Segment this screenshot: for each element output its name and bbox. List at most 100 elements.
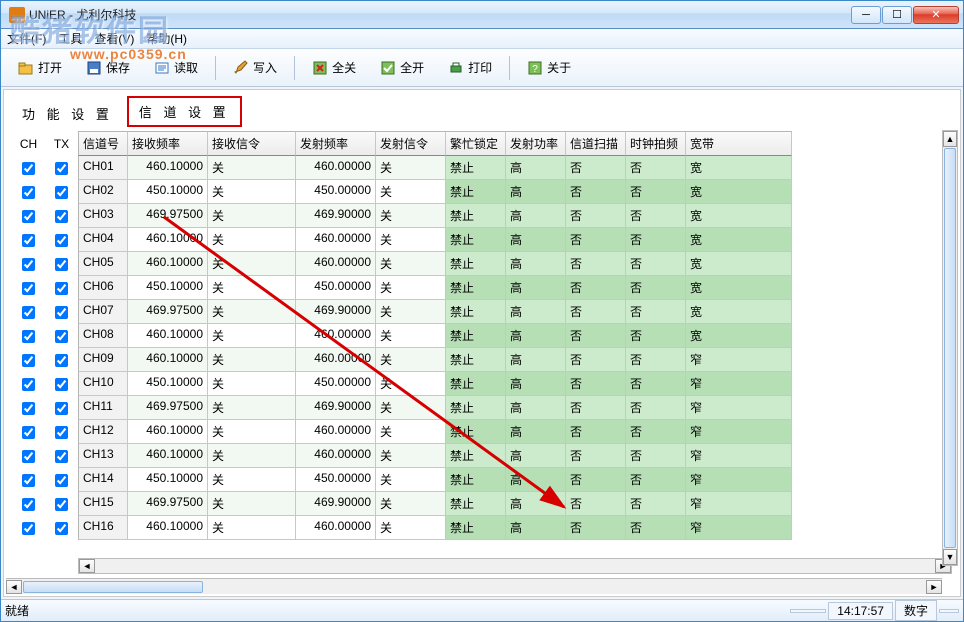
write-button[interactable]: 写入: [222, 54, 288, 81]
cell-rxsig[interactable]: 关: [208, 492, 296, 516]
cell-chno[interactable]: CH15: [78, 492, 128, 516]
cell-band[interactable]: 窄: [686, 348, 792, 372]
cell-power[interactable]: 高: [506, 276, 566, 300]
cell-band[interactable]: 宽: [686, 324, 792, 348]
scroll-thumb[interactable]: [944, 148, 956, 548]
cell-busy[interactable]: 禁止: [446, 420, 506, 444]
cell-rxsig[interactable]: 关: [208, 444, 296, 468]
cell-busy[interactable]: 禁止: [446, 300, 506, 324]
cell-busy[interactable]: 禁止: [446, 516, 506, 540]
cell-rxfreq[interactable]: 450.10000: [128, 180, 208, 204]
cell-scan[interactable]: 否: [566, 444, 626, 468]
cell-power[interactable]: 高: [506, 300, 566, 324]
cell-clock[interactable]: 否: [626, 156, 686, 180]
tx-checkbox[interactable]: [55, 354, 68, 367]
scroll-up-button[interactable]: ▲: [943, 131, 957, 147]
ch-checkbox[interactable]: [22, 234, 35, 247]
ch-checkbox[interactable]: [22, 330, 35, 343]
cell-rxsig[interactable]: 关: [208, 156, 296, 180]
col-header-chno[interactable]: 信道号: [78, 131, 128, 156]
cell-busy[interactable]: 禁止: [446, 348, 506, 372]
ch-checkbox[interactable]: [22, 210, 35, 223]
cell-band[interactable]: 宽: [686, 252, 792, 276]
ch-checkbox[interactable]: [22, 186, 35, 199]
cell-power[interactable]: 高: [506, 348, 566, 372]
menu-tools[interactable]: 工具: [58, 30, 82, 47]
cell-rxfreq[interactable]: 450.10000: [128, 468, 208, 492]
cell-rxfreq[interactable]: 450.10000: [128, 276, 208, 300]
cell-txsig[interactable]: 关: [376, 516, 446, 540]
tx-checkbox[interactable]: [55, 426, 68, 439]
cell-chno[interactable]: CH12: [78, 420, 128, 444]
ch-checkbox[interactable]: [22, 282, 35, 295]
ch-checkbox[interactable]: [22, 522, 35, 535]
tx-checkbox[interactable]: [55, 282, 68, 295]
tx-checkbox[interactable]: [55, 378, 68, 391]
cell-power[interactable]: 高: [506, 420, 566, 444]
outer-vscrollbar[interactable]: ▲ ▼: [942, 130, 958, 566]
cell-txfreq[interactable]: 460.00000: [296, 252, 376, 276]
cell-chno[interactable]: CH05: [78, 252, 128, 276]
cell-band[interactable]: 窄: [686, 372, 792, 396]
cell-rxfreq[interactable]: 460.10000: [128, 444, 208, 468]
cell-power[interactable]: 高: [506, 204, 566, 228]
cell-txfreq[interactable]: 460.00000: [296, 324, 376, 348]
read-button[interactable]: 读取: [143, 54, 209, 81]
cell-busy[interactable]: 禁止: [446, 324, 506, 348]
scroll-left-button[interactable]: ◄: [6, 580, 22, 594]
cell-power[interactable]: 高: [506, 324, 566, 348]
ch-checkbox[interactable]: [22, 402, 35, 415]
cell-scan[interactable]: 否: [566, 396, 626, 420]
cell-txfreq[interactable]: 460.00000: [296, 348, 376, 372]
cell-rxsig[interactable]: 关: [208, 348, 296, 372]
print-button[interactable]: 打印: [437, 54, 503, 81]
cell-rxfreq[interactable]: 460.10000: [128, 228, 208, 252]
cell-rxfreq[interactable]: 460.10000: [128, 516, 208, 540]
cell-scan[interactable]: 否: [566, 468, 626, 492]
cell-clock[interactable]: 否: [626, 396, 686, 420]
cell-txsig[interactable]: 关: [376, 156, 446, 180]
cell-rxsig[interactable]: 关: [208, 180, 296, 204]
tx-checkbox[interactable]: [55, 330, 68, 343]
minimize-button[interactable]: ─: [851, 6, 881, 24]
cell-band[interactable]: 宽: [686, 300, 792, 324]
cell-clock[interactable]: 否: [626, 300, 686, 324]
cell-scan[interactable]: 否: [566, 276, 626, 300]
cell-clock[interactable]: 否: [626, 324, 686, 348]
cell-busy[interactable]: 禁止: [446, 156, 506, 180]
cell-scan[interactable]: 否: [566, 180, 626, 204]
cell-chno[interactable]: CH03: [78, 204, 128, 228]
menu-view[interactable]: 查看(V): [94, 30, 134, 47]
cell-chno[interactable]: CH13: [78, 444, 128, 468]
cell-rxfreq[interactable]: 460.10000: [128, 420, 208, 444]
cell-power[interactable]: 高: [506, 228, 566, 252]
cell-scan[interactable]: 否: [566, 492, 626, 516]
cell-busy[interactable]: 禁止: [446, 180, 506, 204]
cell-rxsig[interactable]: 关: [208, 372, 296, 396]
cell-power[interactable]: 高: [506, 396, 566, 420]
cell-scan[interactable]: 否: [566, 252, 626, 276]
close-button[interactable]: ✕: [913, 6, 959, 24]
cell-txfreq[interactable]: 469.90000: [296, 300, 376, 324]
col-header-rxsig[interactable]: 接收信令: [208, 131, 296, 156]
cell-txfreq[interactable]: 469.90000: [296, 396, 376, 420]
cell-scan[interactable]: 否: [566, 324, 626, 348]
cell-txsig[interactable]: 关: [376, 492, 446, 516]
cell-txfreq[interactable]: 460.00000: [296, 228, 376, 252]
cell-band[interactable]: 窄: [686, 492, 792, 516]
tx-checkbox[interactable]: [55, 522, 68, 535]
cell-rxfreq[interactable]: 450.10000: [128, 372, 208, 396]
ch-checkbox[interactable]: [22, 450, 35, 463]
cell-power[interactable]: 高: [506, 156, 566, 180]
cell-rxfreq[interactable]: 469.97500: [128, 396, 208, 420]
tx-checkbox[interactable]: [55, 258, 68, 271]
cell-power[interactable]: 高: [506, 516, 566, 540]
cell-chno[interactable]: CH16: [78, 516, 128, 540]
cell-txsig[interactable]: 关: [376, 204, 446, 228]
tab-channel-settings[interactable]: 信 道 设 置: [127, 96, 242, 127]
cell-rxsig[interactable]: 关: [208, 228, 296, 252]
cell-rxsig[interactable]: 关: [208, 204, 296, 228]
cell-txsig[interactable]: 关: [376, 180, 446, 204]
col-header-scan[interactable]: 信道扫描: [566, 131, 626, 156]
scroll-down-button[interactable]: ▼: [943, 549, 957, 565]
